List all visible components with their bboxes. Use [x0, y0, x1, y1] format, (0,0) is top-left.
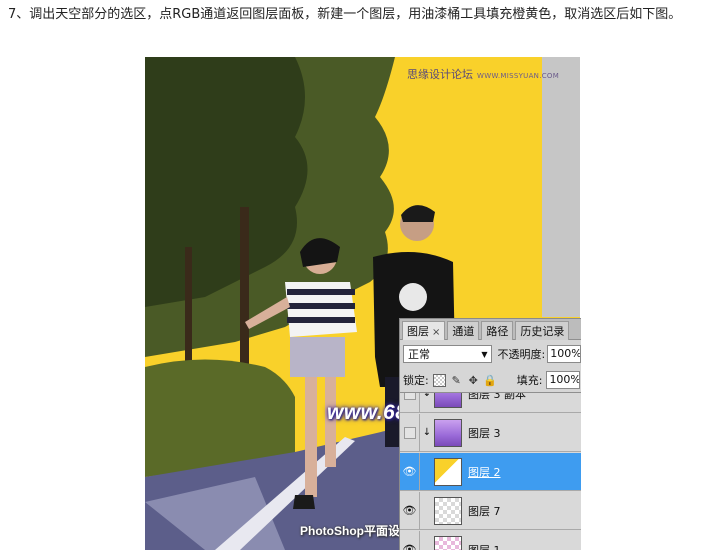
panel-tabs: 图层 × 通道 路径 历史记录	[400, 319, 581, 340]
watermark-missyuan-url: WWW.MISSYUAN.COM	[477, 72, 560, 80]
layer-name: 图层 7	[468, 504, 501, 518]
eye-icon: 👁	[402, 543, 417, 550]
instruction-text: 7、调出天空部分的选区，点RGB通道返回图层面板，新建一个图层，用油漆桶工具填充…	[8, 7, 682, 22]
fill-input[interactable]: 100%	[546, 371, 581, 389]
layer-row-selected[interactable]: 👁 图层 2	[400, 452, 581, 491]
eye-icon: 👁	[402, 504, 417, 517]
chevron-down-icon: ▼	[481, 349, 488, 359]
blend-mode-value: 正常	[408, 348, 430, 361]
opacity-input[interactable]: 100%	[547, 345, 581, 363]
tree-trunk	[185, 247, 192, 377]
visibility-toggle[interactable]: 👁	[400, 452, 420, 491]
layer-name: 图层 3	[468, 426, 501, 440]
tab-layers[interactable]: 图层 ×	[402, 321, 446, 340]
opacity-label: 不透明度:	[497, 348, 546, 361]
clip-arrow-icon: ↓	[422, 427, 432, 438]
tab-layers-label: 图层	[407, 325, 429, 338]
tab-paths[interactable]: 路径	[481, 321, 514, 340]
visibility-toggle[interactable]: 👁	[400, 491, 420, 530]
lock-all-icon[interactable]: 🔒	[483, 374, 497, 387]
layer-name: 图层 2	[468, 465, 501, 479]
lock-transparency-icon[interactable]	[432, 373, 446, 387]
layer-row[interactable]: ↓ 图层 3	[400, 413, 581, 452]
close-icon[interactable]: ×	[432, 327, 440, 338]
canvas-gray-area	[542, 57, 580, 317]
layer-thumbnail	[434, 496, 462, 525]
layer-row[interactable]: ↓ 图层 3 副本	[400, 392, 581, 413]
lock-fill-row: 锁定: ✎ ✥ 🔒 填充: 100%	[403, 370, 581, 390]
lock-label: 锁定:	[403, 374, 429, 387]
layer-thumbnail	[434, 393, 462, 408]
visibility-toggle[interactable]: 👁	[400, 530, 420, 550]
layers-panel: 图层 × 通道 路径 历史记录 正常 ▼ 不透明度: 100% 锁定: ✎ ✥ 🔒…	[399, 318, 581, 550]
blend-mode-select[interactable]: 正常 ▼	[403, 345, 493, 363]
layer-thumbnail	[434, 535, 462, 550]
watermark-missyuan: 思缘设计论坛 WWW.MISSYUAN.COM	[407, 66, 559, 82]
tab-channels[interactable]: 通道	[447, 321, 480, 340]
visibility-empty-icon	[403, 393, 416, 400]
eye-icon: 👁	[402, 465, 417, 478]
layer-thumbnail	[434, 418, 462, 447]
lock-position-icon[interactable]: ✥	[467, 374, 480, 387]
layer-row[interactable]: 👁 图层 1	[400, 530, 581, 550]
lock-pixels-icon[interactable]: ✎	[450, 374, 463, 387]
watermark-missyuan-cn: 思缘设计论坛	[407, 68, 473, 81]
visibility-toggle[interactable]	[400, 413, 420, 452]
visibility-empty-icon	[403, 426, 416, 439]
layer-row[interactable]: 👁 图层 7	[400, 491, 581, 530]
layer-thumbnail	[434, 457, 462, 486]
tab-history[interactable]: 历史记录	[515, 321, 570, 340]
clip-arrow-icon: ↓	[422, 392, 432, 399]
layers-list: ↓ 图层 3 副本 ↓ 图层 3 👁 图层 2 👁 图层 7 👁 图层 1	[400, 392, 581, 550]
fill-label: 填充:	[516, 374, 543, 387]
blend-opacity-row: 正常 ▼ 不透明度: 100%	[403, 344, 581, 364]
visibility-toggle[interactable]	[400, 393, 420, 413]
layer-name: 图层 1	[468, 543, 501, 550]
tree-trunk	[240, 207, 249, 387]
layer-name: 图层 3 副本	[468, 392, 526, 401]
